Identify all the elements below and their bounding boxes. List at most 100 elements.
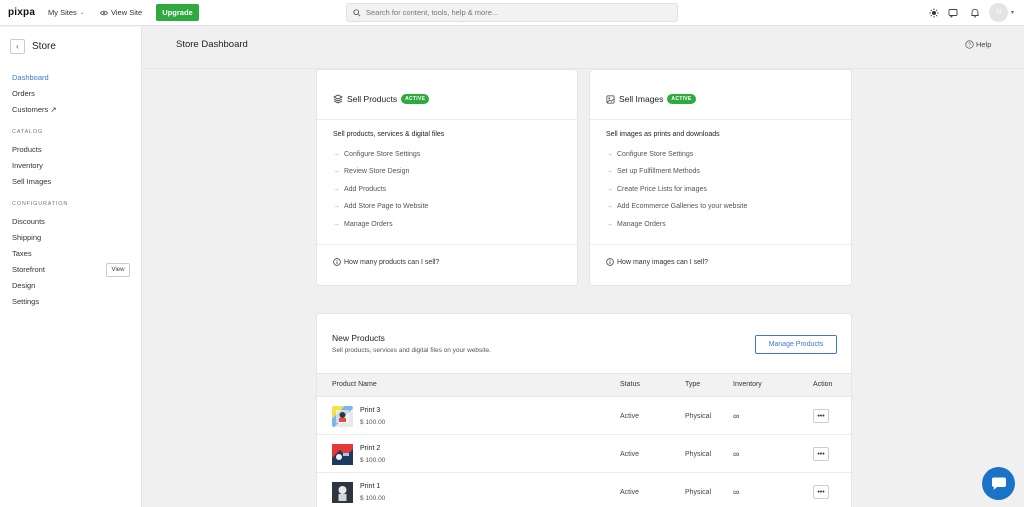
search-input[interactable]: Search for content, tools, help & more..…: [346, 3, 678, 22]
column-status[interactable]: Status: [620, 381, 640, 388]
sidebar-item-inventory[interactable]: Inventory: [12, 161, 43, 170]
sidebar-item-customers[interactable]: Customers ↗: [12, 105, 57, 114]
product-type: Physical: [685, 451, 712, 458]
sell-products-subtitle: Sell products, services & digital files: [333, 131, 445, 138]
add-store-page-link[interactable]: → Add Store Page to Website: [333, 203, 428, 210]
new-products-subtitle: Sell products, services and digital file…: [332, 347, 491, 354]
column-product-name[interactable]: Product Name: [332, 381, 377, 388]
link-label: Configure Store Settings: [344, 151, 421, 158]
user-avatar[interactable]: N: [989, 3, 1008, 22]
product-status: Active: [620, 489, 640, 496]
notification-bell-icon[interactable]: [969, 7, 980, 18]
price-lists-link[interactable]: → Create Price Lists for images: [606, 186, 707, 193]
sell-products-header: Sell Products ACTIVE: [333, 94, 430, 104]
my-sites-dropdown[interactable]: My Sites ⌄: [48, 8, 85, 17]
sell-products-card: Sell Products ACTIVE Sell products, serv…: [316, 69, 578, 286]
sidebar-item-storefront[interactable]: Storefront: [12, 265, 45, 274]
link-label: Create Price Lists for images: [617, 186, 707, 193]
help-link[interactable]: ? Help: [965, 40, 991, 49]
product-price: $ 100.00: [360, 419, 386, 426]
my-sites-label: My Sites: [48, 8, 77, 17]
back-button[interactable]: ‹: [10, 39, 25, 54]
sidebar-item-discounts[interactable]: Discounts: [12, 217, 45, 226]
configure-store-settings-link[interactable]: → Configure Store Settings: [606, 151, 693, 158]
theme-toggle-icon[interactable]: [928, 7, 939, 18]
link-label: Add Ecommerce Galleries to your website: [617, 203, 748, 210]
product-name[interactable]: Print 2: [360, 445, 380, 452]
manage-orders-link[interactable]: → Manage Orders: [606, 221, 666, 228]
status-badge: ACTIVE: [401, 94, 430, 104]
help-circle-icon: ?: [965, 40, 974, 49]
column-action: Action: [813, 381, 833, 388]
row-actions-button[interactable]: •••: [813, 447, 829, 461]
link-label: Review Store Design: [344, 168, 410, 175]
arrow-right-icon: →: [333, 168, 340, 175]
chevron-down-icon: ⌄: [79, 10, 85, 16]
product-thumbnail: [332, 406, 353, 427]
storefront-view-button[interactable]: View: [106, 263, 130, 277]
new-products-title: New Products: [332, 333, 385, 343]
question-label: How many images can I sell?: [617, 258, 709, 266]
add-products-link[interactable]: → Add Products: [333, 186, 386, 193]
column-type[interactable]: Type: [685, 381, 700, 388]
row-actions-button[interactable]: •••: [813, 409, 829, 423]
link-label: Add Products: [344, 186, 387, 193]
sidebar-item-design[interactable]: Design: [12, 281, 35, 290]
sidebar-item-settings[interactable]: Settings: [12, 297, 39, 306]
sidebar-item-taxes[interactable]: Taxes: [12, 249, 32, 258]
fulfillment-methods-link[interactable]: → Set up Fulfillment Methods: [606, 168, 700, 175]
eye-icon: [100, 10, 108, 15]
table-header: Product Name Status Type Inventory Actio…: [317, 373, 851, 397]
link-label: Configure Store Settings: [617, 151, 694, 158]
live-chat-button[interactable]: [982, 467, 1015, 500]
how-many-products-link[interactable]: How many products can I sell?: [333, 258, 439, 266]
configure-store-settings-link[interactable]: → Configure Store Settings: [333, 151, 420, 158]
sell-products-title: Sell Products: [347, 94, 398, 104]
table-row[interactable]: Print 1 $ 100.00 Active Physical ∞ •••: [317, 474, 851, 507]
arrow-right-icon: →: [333, 221, 340, 228]
page-title: Store Dashboard: [176, 39, 248, 50]
product-name[interactable]: Print 1: [360, 483, 380, 490]
manage-orders-link[interactable]: → Manage Orders: [333, 221, 393, 228]
sell-images-card: Sell Images ACTIVE Sell images as prints…: [589, 69, 852, 286]
sidebar-item-orders[interactable]: Orders: [12, 89, 35, 98]
manage-products-button[interactable]: Manage Products: [755, 335, 837, 354]
review-store-design-link[interactable]: → Review Store Design: [333, 168, 409, 175]
divider: [317, 244, 577, 245]
upgrade-button[interactable]: Upgrade: [156, 4, 199, 21]
sidebar-item-sell-images[interactable]: Sell Images: [12, 177, 51, 186]
view-site-link[interactable]: View Site: [100, 8, 142, 17]
infinity-icon: ∞: [733, 449, 740, 459]
column-inventory[interactable]: Inventory: [733, 381, 762, 388]
chevron-down-icon[interactable]: ▾: [1011, 9, 1014, 16]
how-many-images-link[interactable]: How many images can I sell?: [606, 258, 708, 266]
page-header: Store Dashboard ? Help: [143, 27, 1024, 69]
link-label: Set up Fulfillment Methods: [617, 168, 700, 175]
chat-message-icon[interactable]: [947, 7, 958, 18]
row-actions-button[interactable]: •••: [813, 485, 829, 499]
arrow-right-icon: →: [606, 221, 613, 228]
table-row[interactable]: Print 2 $ 100.00 Active Physical ∞ •••: [317, 436, 851, 473]
arrow-right-icon: →: [606, 168, 613, 175]
divider: [317, 119, 577, 120]
infinity-icon: ∞: [733, 411, 740, 421]
product-status: Active: [620, 451, 640, 458]
link-label: Manage Orders: [344, 221, 393, 228]
product-name[interactable]: Print 3: [360, 407, 380, 414]
product-price: $ 100.00: [360, 457, 386, 464]
link-label: Add Store Page to Website: [344, 203, 429, 210]
divider: [590, 244, 851, 245]
product-thumbnail: [332, 482, 353, 503]
configuration-heading: CONFIGURATION: [12, 201, 69, 207]
sidebar-item-products[interactable]: Products: [12, 145, 42, 154]
svg-text:?: ?: [968, 42, 971, 48]
view-site-label: View Site: [111, 8, 143, 17]
ecommerce-galleries-link[interactable]: → Add Ecommerce Galleries to your website: [606, 203, 747, 210]
divider: [590, 119, 851, 120]
pixpa-logo[interactable]: pixpa: [8, 7, 35, 18]
table-row[interactable]: Print 3 $ 100.00 Active Physical ∞ •••: [317, 398, 851, 435]
status-badge: ACTIVE: [667, 94, 696, 104]
sidebar-item-shipping[interactable]: Shipping: [12, 233, 41, 242]
sell-images-header: Sell Images ACTIVE: [606, 94, 696, 104]
sidebar-item-dashboard[interactable]: Dashboard: [12, 73, 49, 82]
